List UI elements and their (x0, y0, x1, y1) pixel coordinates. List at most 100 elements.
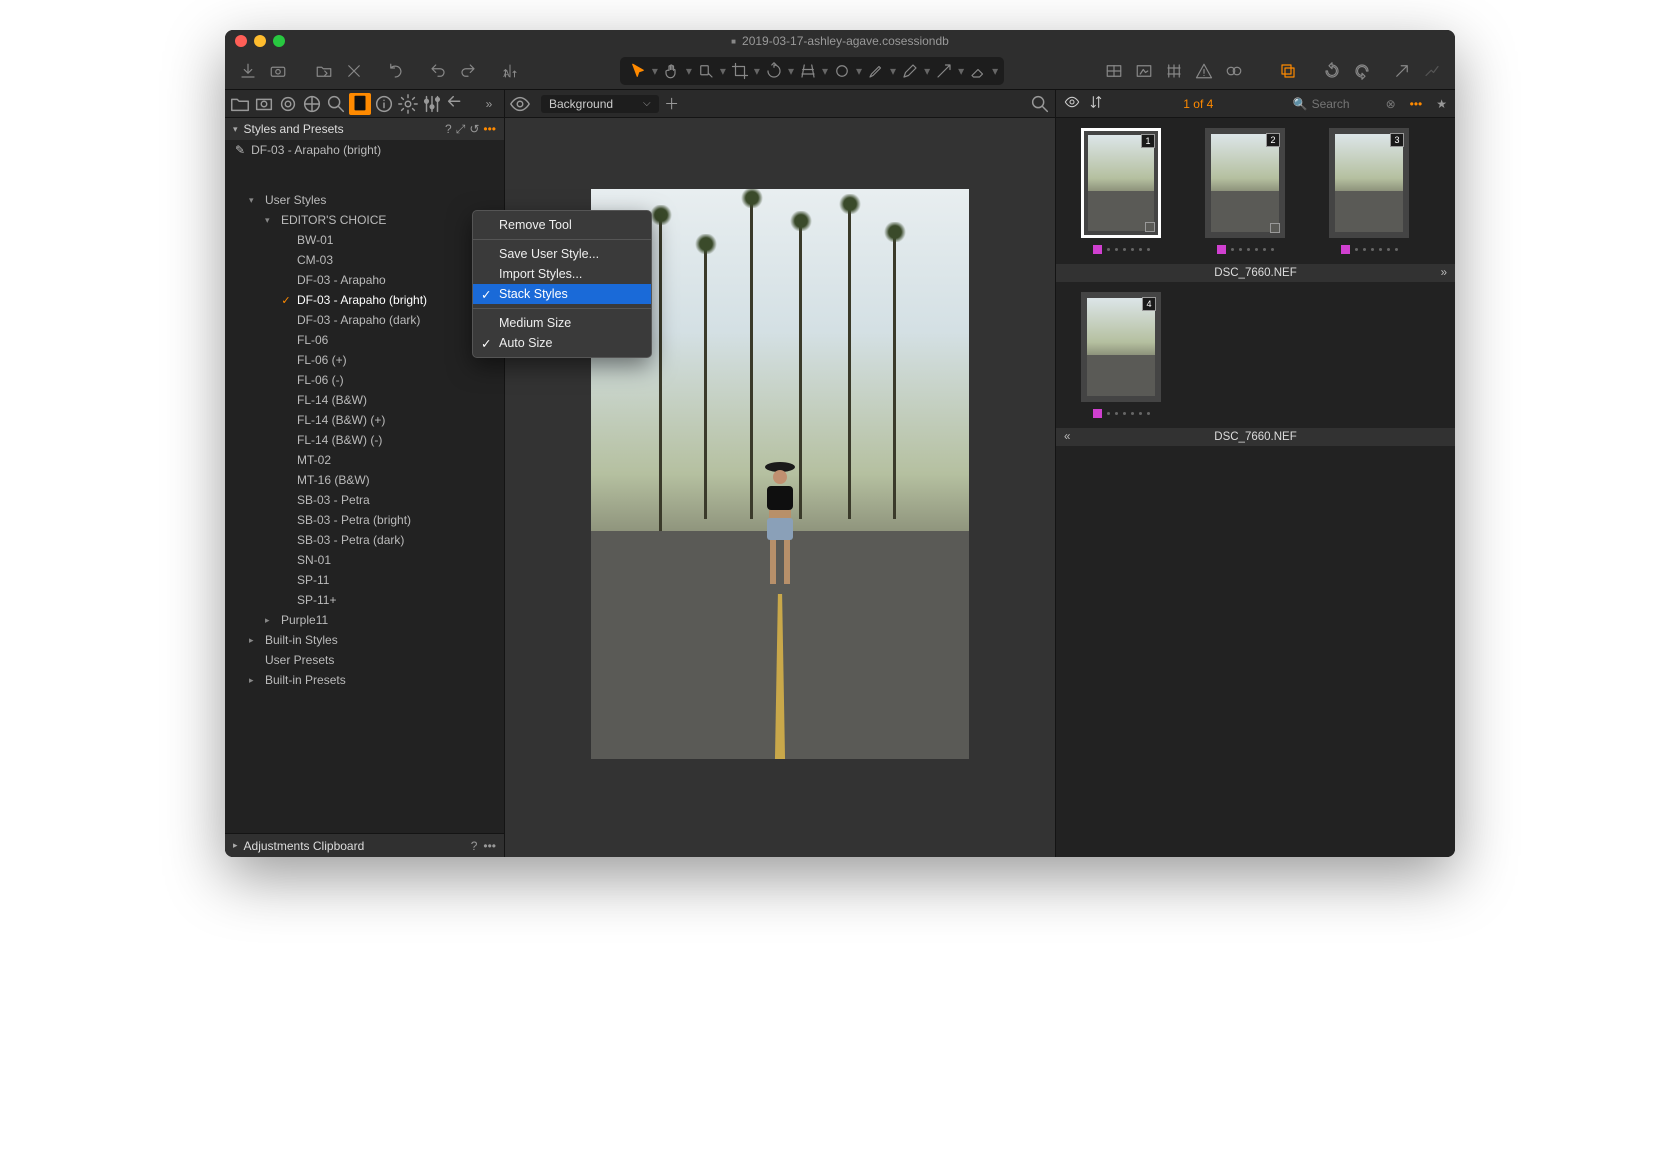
help-icon[interactable]: ? (471, 839, 478, 853)
thumbnail-item[interactable]: 3 (1314, 128, 1424, 254)
user-presets-row[interactable]: User Presets (225, 650, 504, 670)
style-item[interactable]: SB-03 - Petra (bright) (225, 510, 504, 530)
rotate-icon[interactable] (762, 60, 786, 82)
style-item[interactable]: FL-06 (+) (225, 350, 504, 370)
warning-triangle-icon[interactable] (1191, 58, 1217, 84)
eraser-icon[interactable] (966, 60, 990, 82)
style-label: DF-03 - Arapaho (297, 273, 386, 287)
menu-import-styles[interactable]: Import Styles... (473, 264, 651, 284)
minimize-window-button[interactable] (254, 35, 266, 47)
cursor-arrow-icon[interactable] (626, 60, 650, 82)
search-input[interactable] (1312, 97, 1382, 111)
tab-styles-icon[interactable] (349, 93, 371, 115)
keystone-icon[interactable] (796, 60, 820, 82)
browser-more-icon[interactable]: ••• (1410, 97, 1423, 111)
grid-view-icon[interactable] (1101, 58, 1127, 84)
adjustments-clipboard-header[interactable]: ▸ Adjustments Clipboard ? ••• (225, 833, 504, 857)
undo-large-icon[interactable] (383, 58, 409, 84)
more-options-icon[interactable]: ••• (483, 122, 496, 137)
styles-presets-header[interactable]: ▾ Styles and Presets ? ⤢ ↺ ••• (225, 118, 504, 140)
clear-search-icon[interactable]: ⊗ (1386, 97, 1396, 111)
reset-icon[interactable]: ↺ (469, 122, 479, 137)
style-item[interactable]: SB-03 - Petra (225, 490, 504, 510)
menu-save-user-style[interactable]: Save User Style... (473, 244, 651, 264)
redo-icon[interactable] (455, 58, 481, 84)
style-item[interactable]: CM-03 (225, 250, 504, 270)
rotate-ccw-icon[interactable] (1319, 58, 1345, 84)
capture-icon[interactable] (265, 58, 291, 84)
viewer-search-icon[interactable] (1029, 93, 1051, 115)
thumbnail-item[interactable]: 2 (1190, 128, 1300, 254)
style-item[interactable]: DF-03 - Arapaho (225, 270, 504, 290)
process-icon[interactable] (1419, 58, 1445, 84)
tabs-more-icon[interactable]: » (478, 93, 500, 115)
style-item[interactable]: FL-14 (B&W) (-) (225, 430, 504, 450)
import-icon[interactable] (235, 58, 261, 84)
crop-icon[interactable] (728, 60, 752, 82)
eyedropper-icon[interactable] (898, 60, 922, 82)
grid-lines-icon[interactable] (1161, 58, 1187, 84)
close-window-button[interactable] (235, 35, 247, 47)
help-icon[interactable]: ? (445, 122, 452, 137)
style-item[interactable]: MT-16 (B&W) (225, 470, 504, 490)
style-item[interactable]: FL-14 (B&W) (+) (225, 410, 504, 430)
tab-library-icon[interactable] (229, 93, 251, 115)
hand-icon[interactable] (660, 60, 684, 82)
tab-info-icon[interactable] (373, 93, 395, 115)
tab-settings-icon[interactable] (397, 93, 419, 115)
prev-arrow-icon[interactable]: « (1064, 431, 1070, 443)
purple11-group[interactable]: ▸ Purple11 (225, 610, 504, 630)
style-item[interactable]: SB-03 - Petra (dark) (225, 530, 504, 550)
style-item[interactable]: FL-14 (B&W) (225, 390, 504, 410)
tab-output-icon[interactable] (445, 93, 467, 115)
style-item[interactable]: FL-06 (-) (225, 370, 504, 390)
browser-visibility-icon[interactable] (1064, 94, 1080, 113)
mask-preview-icon[interactable] (1221, 58, 1247, 84)
thumbnail-item[interactable]: 4 (1066, 292, 1176, 418)
style-item[interactable]: BW-01 (225, 230, 504, 250)
visibility-icon[interactable] (509, 93, 531, 115)
delete-icon[interactable] (341, 58, 367, 84)
style-item[interactable]: SP-11+ (225, 590, 504, 610)
export-arrow-icon[interactable] (1389, 58, 1415, 84)
tab-search-icon[interactable] (325, 93, 347, 115)
next-arrow-icon[interactable]: » (1441, 267, 1447, 279)
tab-color-icon[interactable] (301, 93, 323, 115)
style-item[interactable]: SP-11 (225, 570, 504, 590)
menu-medium-size[interactable]: Medium Size (473, 313, 651, 333)
style-item[interactable]: MT-02 (225, 450, 504, 470)
brush-icon[interactable] (864, 60, 888, 82)
variants-icon[interactable] (1275, 58, 1301, 84)
background-select[interactable]: Background (541, 95, 659, 113)
spot-icon[interactable] (830, 60, 854, 82)
tab-lens-icon[interactable] (277, 93, 299, 115)
auto-adjust-icon[interactable]: A (497, 58, 523, 84)
filter-icon[interactable]: ★ (1436, 97, 1447, 111)
add-icon[interactable]: ＋ (661, 93, 683, 115)
style-item[interactable]: FL-06 (225, 330, 504, 350)
exposure-warning-icon[interactable] (1131, 58, 1157, 84)
more-options-icon[interactable]: ••• (483, 839, 496, 853)
expand-icon[interactable]: ⤢ (456, 122, 466, 137)
gradient-icon[interactable] (932, 60, 956, 82)
editors-choice-group[interactable]: ▾ EDITOR'S CHOICE (225, 210, 504, 230)
applied-style-row[interactable]: ✎ DF-03 - Arapaho (bright) (225, 140, 504, 160)
style-item[interactable]: DF-03 - Arapaho (dark) (225, 310, 504, 330)
builtin-presets-group[interactable]: ▸ Built-in Presets (225, 670, 504, 690)
maximize-window-button[interactable] (273, 35, 285, 47)
loupe-icon[interactable] (694, 60, 718, 82)
sort-icon[interactable] (1088, 94, 1104, 113)
builtin-styles-group[interactable]: ▸ Built-in Styles (225, 630, 504, 650)
style-item[interactable]: ✓DF-03 - Arapaho (bright) (225, 290, 504, 310)
menu-stack-styles[interactable]: ✓Stack Styles (473, 284, 651, 304)
menu-auto-size[interactable]: ✓Auto Size (473, 333, 651, 353)
user-styles-group[interactable]: ▾ User Styles (225, 190, 504, 210)
rotate-cw-icon[interactable] (1349, 58, 1375, 84)
folder-arrow-icon[interactable] (311, 58, 337, 84)
menu-remove-tool[interactable]: Remove Tool (473, 215, 651, 235)
tab-capture-icon[interactable] (253, 93, 275, 115)
thumbnail-item[interactable]: 1 (1066, 128, 1176, 254)
tab-adjustments-icon[interactable] (421, 93, 443, 115)
undo-icon[interactable] (425, 58, 451, 84)
style-item[interactable]: SN-01 (225, 550, 504, 570)
